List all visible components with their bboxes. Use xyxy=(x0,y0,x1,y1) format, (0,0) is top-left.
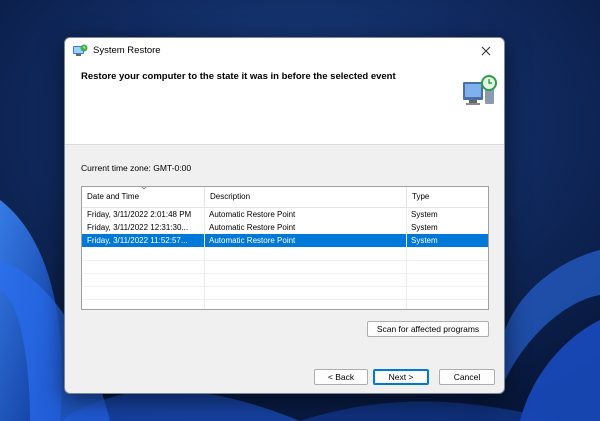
grid-line xyxy=(82,299,488,300)
cell-date: Friday, 3/11/2022 12:31:30... xyxy=(87,223,189,232)
page-heading: Restore your computer to the state it wa… xyxy=(81,71,396,82)
cell-date: Friday, 3/11/2022 2:01:48 PM xyxy=(87,210,192,219)
grid-line xyxy=(82,286,488,287)
title-bar: System Restore xyxy=(65,38,504,68)
cell-type: System xyxy=(411,223,438,232)
column-date-and-time[interactable]: Date and Time xyxy=(82,187,204,207)
cell-description: Automatic Restore Point xyxy=(209,236,296,245)
grid-line xyxy=(82,260,488,261)
system-restore-icon xyxy=(73,44,88,56)
sort-arrow-icon xyxy=(141,187,147,190)
table-row[interactable]: Friday, 3/11/2022 12:31:30... Automatic … xyxy=(82,221,488,234)
next-button[interactable]: Next > xyxy=(373,369,429,385)
system-restore-dialog: System Restore Restore your computer to … xyxy=(64,37,505,394)
table-row-selected[interactable]: Friday, 3/11/2022 11:52:57... Automatic … xyxy=(82,234,488,247)
cell-description: Automatic Restore Point xyxy=(209,210,296,219)
column-divider xyxy=(204,207,205,309)
back-button[interactable]: < Back xyxy=(314,369,368,385)
column-description[interactable]: Description xyxy=(204,187,406,207)
column-divider xyxy=(406,207,407,309)
close-icon xyxy=(481,46,491,56)
column-type[interactable]: Type xyxy=(406,187,488,207)
grid-line xyxy=(82,273,488,274)
timezone-label: Current time zone: GMT-0:00 xyxy=(81,163,192,173)
cancel-button[interactable]: Cancel xyxy=(439,369,495,385)
scan-affected-programs-button[interactable]: Scan for affected programs xyxy=(367,321,489,337)
window-title: System Restore xyxy=(93,45,161,56)
computer-restore-icon xyxy=(463,75,497,105)
cell-description: Automatic Restore Point xyxy=(209,223,296,232)
list-header: Date and Time Description Type xyxy=(82,187,488,208)
cell-date: Friday, 3/11/2022 11:52:57... xyxy=(87,236,188,245)
restore-points-list[interactable]: Date and Time Description Type Friday, 3… xyxy=(81,186,489,310)
table-row[interactable]: Friday, 3/11/2022 2:01:48 PM Automatic R… xyxy=(82,208,488,221)
cell-type: System xyxy=(411,210,438,219)
cell-type: System xyxy=(411,236,438,245)
close-button[interactable] xyxy=(476,41,496,61)
